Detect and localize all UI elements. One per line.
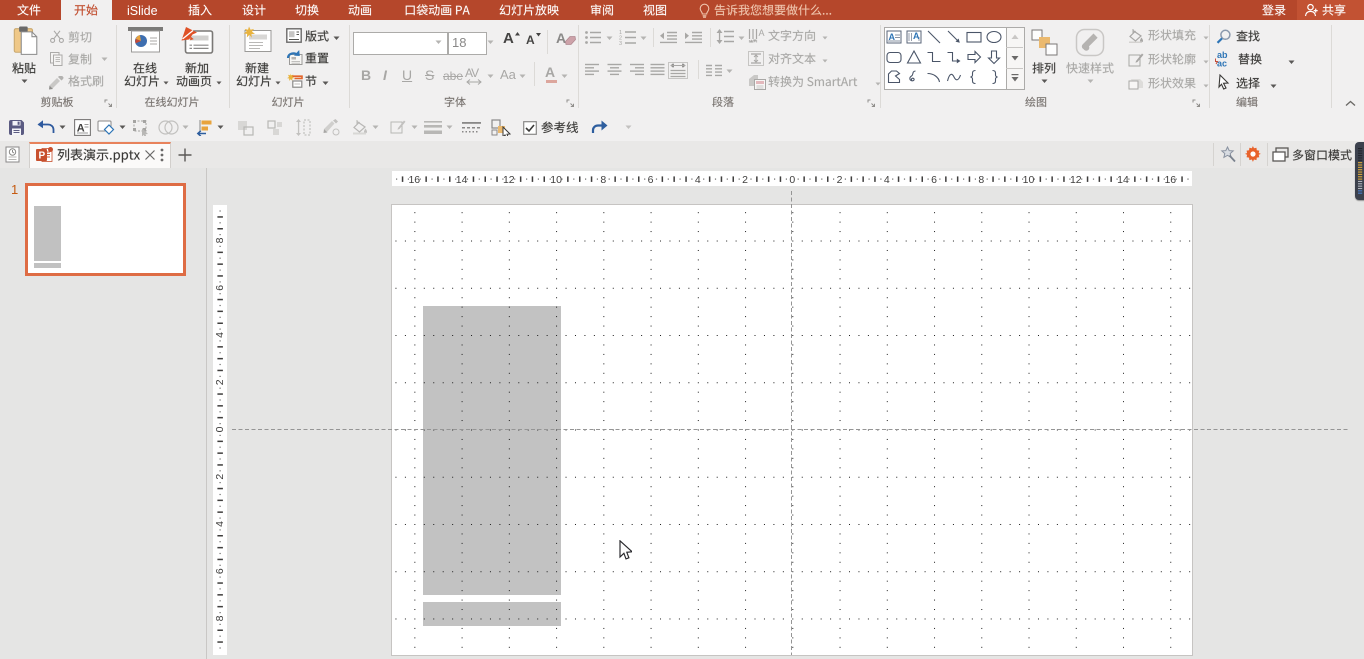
svg-text:2: 2 xyxy=(214,473,226,479)
svg-text:14: 14 xyxy=(1117,173,1129,185)
svg-text:ac: ac xyxy=(1217,59,1227,68)
svg-text:6: 6 xyxy=(214,568,226,574)
svg-text:2: 2 xyxy=(742,173,748,185)
svg-text:8: 8 xyxy=(978,173,984,185)
svg-text:A: A xyxy=(889,32,896,42)
svg-text:A: A xyxy=(913,31,920,41)
svg-text:8: 8 xyxy=(214,615,226,621)
svg-text:4: 4 xyxy=(694,173,700,185)
svg-text:A: A xyxy=(759,28,765,38)
svg-text:8: 8 xyxy=(600,173,606,185)
svg-text:12: 12 xyxy=(1069,173,1081,185)
svg-text:12: 12 xyxy=(502,173,514,185)
svg-text:14: 14 xyxy=(455,173,467,185)
svg-text:6: 6 xyxy=(214,284,226,290)
svg-text:10: 10 xyxy=(1022,173,1034,185)
svg-text:3: 3 xyxy=(619,41,622,45)
svg-text:2: 2 xyxy=(836,173,842,185)
svg-text:0: 0 xyxy=(214,426,226,432)
svg-text:16: 16 xyxy=(408,173,420,185)
svg-text:2: 2 xyxy=(214,379,226,385)
svg-text:4: 4 xyxy=(883,173,889,185)
svg-text:4: 4 xyxy=(214,331,226,337)
svg-text:16: 16 xyxy=(1164,173,1176,185)
svg-text:0: 0 xyxy=(789,173,795,185)
svg-text:8: 8 xyxy=(214,237,226,243)
svg-text:10: 10 xyxy=(550,173,562,185)
svg-text:P: P xyxy=(39,151,46,162)
svg-text:6: 6 xyxy=(931,173,937,185)
svg-text:4: 4 xyxy=(214,520,226,526)
svg-text:6: 6 xyxy=(647,173,653,185)
